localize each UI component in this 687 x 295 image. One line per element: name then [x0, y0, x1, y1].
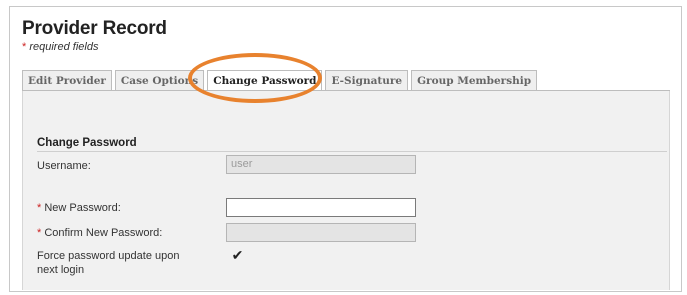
force-update-label: Force password update upon next login	[37, 250, 180, 276]
username-label: Username:	[37, 160, 91, 172]
username-field: user	[226, 155, 416, 174]
tab-bar: Edit Provider Case Options Change Passwo…	[22, 70, 540, 91]
required-star: *	[22, 41, 27, 53]
confirm-password-input[interactable]	[226, 223, 416, 242]
new-password-label: * New Password:	[37, 202, 121, 214]
tab-edit-provider[interactable]: Edit Provider	[22, 70, 112, 90]
section-title: Change Password	[37, 137, 137, 149]
required-star: *	[37, 202, 42, 214]
tab-change-password[interactable]: Change Password	[207, 70, 323, 91]
required-fields-note: * required fields	[22, 41, 98, 53]
required-note-text: required fields	[29, 41, 99, 53]
tab-e-signature[interactable]: E-Signature	[325, 70, 409, 90]
new-password-input[interactable]	[226, 198, 416, 217]
tab-group-membership[interactable]: Group Membership	[411, 70, 538, 90]
force-update-checkbox[interactable]: ✔	[231, 248, 244, 262]
section-divider	[37, 151, 667, 152]
page-title: Provider Record	[22, 18, 167, 39]
confirm-password-label: * Confirm New Password:	[37, 227, 163, 239]
tab-case-options[interactable]: Case Options	[114, 70, 205, 90]
required-star: *	[37, 227, 42, 239]
